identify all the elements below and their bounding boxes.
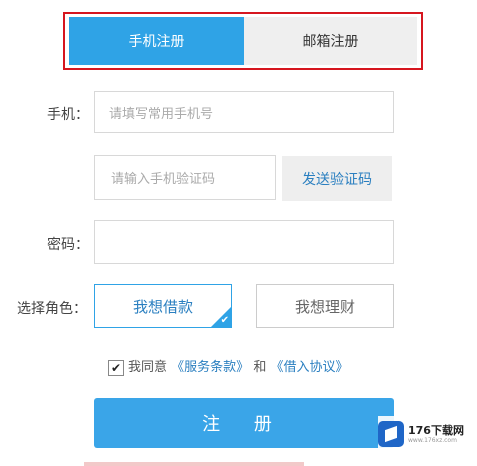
- phone-input-placeholder: 请填写常用手机号: [109, 106, 214, 122]
- register-tabs: 手机注册 邮箱注册: [69, 17, 417, 65]
- bottom-divider: [84, 462, 304, 466]
- role-invest-option[interactable]: 我想理财: [256, 284, 394, 328]
- verification-code-input[interactable]: 请输入手机验证码: [94, 155, 276, 200]
- agree-prefix: 我同意: [128, 360, 168, 375]
- site-watermark: 176下载网 www.176xz.com: [378, 416, 470, 452]
- phone-input[interactable]: 请填写常用手机号: [94, 91, 394, 133]
- role-label: 选择角色：: [17, 301, 87, 317]
- watermark-url: www.176xz.com: [408, 437, 457, 444]
- service-terms-link[interactable]: 《服务条款》: [171, 360, 249, 375]
- tab-phone-register[interactable]: 手机注册: [69, 17, 244, 65]
- register-button[interactable]: 注 册: [94, 398, 394, 448]
- agree-checkbox[interactable]: ✔: [108, 360, 124, 376]
- loan-agreement-link[interactable]: 《借入协议》: [270, 360, 348, 375]
- agreement-text: 我同意 《服务条款》 和 《借入协议》: [128, 356, 348, 375]
- tab-email-register[interactable]: 邮箱注册: [244, 17, 417, 65]
- checkmark-icon: ✔: [220, 315, 229, 326]
- watermark-logo-icon: [378, 421, 404, 447]
- code-input-placeholder: 请输入手机验证码: [111, 172, 216, 187]
- role-borrow-label: 我想借款: [132, 297, 193, 316]
- watermark-text: 176下载网: [408, 424, 464, 437]
- role-borrow-option[interactable]: 我想借款 ✔: [94, 284, 232, 328]
- phone-label: 手机：: [47, 107, 89, 123]
- password-label: 密码：: [47, 237, 89, 253]
- role-invest-label: 我想理财: [294, 297, 355, 316]
- agree-and: 和: [253, 360, 267, 375]
- password-input[interactable]: [94, 220, 394, 264]
- send-code-button[interactable]: 发送验证码: [282, 156, 392, 201]
